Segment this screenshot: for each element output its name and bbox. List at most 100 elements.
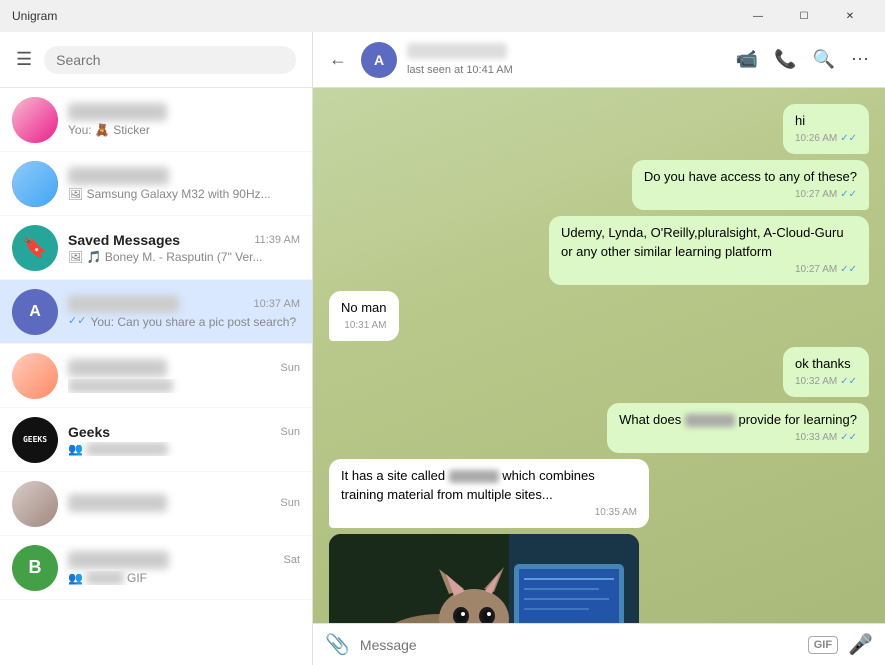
chat-preview: You: Can you share a pic post search? (90, 315, 296, 329)
message-bubble: hi 10:26 AM ✓✓ (783, 104, 869, 154)
chat-name-row: Saved Messages 11:39 AM (68, 232, 300, 248)
chat-info: Blurred Group 🖼 Samsung Galaxy M32 with … (68, 167, 300, 201)
chat-name: Blurred Name (68, 494, 167, 512)
chat-name: Blurred Group (68, 551, 169, 569)
video-call-icon[interactable]: 📹 (736, 49, 758, 70)
microphone-icon[interactable]: 🎤 (848, 632, 873, 657)
chat-info: Blurred Contact 10:37 AM ✓✓ You: Can you… (68, 295, 300, 329)
voice-call-icon[interactable]: 📞 (774, 49, 796, 70)
message-row: No man 10:31 AM (329, 291, 869, 341)
avatar (12, 481, 58, 527)
message-row: hi 10:26 AM ✓✓ (329, 104, 869, 154)
chat-name-row: Geeks Sun (68, 424, 300, 440)
contact-name (407, 43, 507, 59)
chat-time: Sun (280, 362, 300, 374)
message-time: 10:33 AM ✓✓ (619, 431, 857, 445)
chat-item[interactable]: B Blurred Group Sat 👥 blurred GIF (0, 536, 312, 600)
read-receipt-icon: ✓✓ (840, 263, 857, 277)
preview-text: blurred preview (86, 442, 168, 456)
avatar: GEEKS (12, 417, 58, 463)
read-receipt-icon: ✓✓ (840, 375, 857, 389)
avatar: B (12, 545, 58, 591)
search-icon[interactable]: 🔍 (813, 49, 835, 70)
sidebar: ☰ Blurred Name You: 🧸 Sticker (0, 32, 313, 665)
search-input[interactable] (44, 46, 296, 74)
chat-info: Saved Messages 11:39 AM 🖼 🎵 Boney M. - R… (68, 232, 300, 264)
message-bubble: It has a site called blured which combin… (329, 459, 649, 527)
chat-item[interactable]: Blurred Name Sun blurred preview text (0, 344, 312, 408)
chat-info: Blurred Group Sat 👥 blurred GIF (68, 551, 300, 585)
chat-item[interactable]: 🔖 Saved Messages 11:39 AM 🖼 🎵 Boney M. -… (0, 216, 312, 280)
chat-preview: blurred preview text (68, 379, 300, 393)
avatar (12, 97, 58, 143)
chat-name: Saved Messages (68, 232, 180, 248)
gif-button[interactable]: GIF (808, 636, 838, 654)
gif-bubble[interactable]: GIF (329, 534, 639, 623)
message-row: ok thanks 10:32 AM ✓✓ (329, 347, 869, 397)
message-input-area: 📎 GIF 🎤 (313, 623, 885, 665)
chat-item[interactable]: GEEKS Geeks Sun 👥 blurred preview (0, 408, 312, 472)
read-receipt-icon: ✓✓ (840, 188, 857, 202)
menu-icon[interactable]: ☰ (16, 49, 32, 70)
chat-info: Blurred Name Sun (68, 494, 300, 514)
message-input[interactable] (360, 637, 798, 653)
chat-header: ← A last seen at 10:41 AM 📹 📞 🔍 ⋯ (313, 32, 885, 88)
message-time: 10:27 AM ✓✓ (561, 263, 857, 277)
header-info: last seen at 10:41 AM (407, 43, 726, 76)
message-bubble: Do you have access to any of these? 10:2… (632, 160, 869, 210)
message-row: Udemy, Lynda, O'Reilly,pluralsight, A-Cl… (329, 216, 869, 284)
messages-area: hi 10:26 AM ✓✓ Do you have access to any… (313, 88, 885, 623)
chat-item[interactable]: Blurred Name Sun (0, 472, 312, 536)
attach-icon[interactable]: 📎 (325, 632, 350, 657)
chat-name: Blurred Name (68, 103, 167, 121)
chat-preview: 👥 blurred preview (68, 442, 300, 456)
blurred-word: blrd (685, 414, 735, 427)
chat-name-row: Blurred Name Sun (68, 494, 300, 512)
chat-info: Blurred Name You: 🧸 Sticker (68, 103, 300, 137)
chat-time: 10:37 AM (254, 298, 300, 310)
chat-name-row: Blurred Group Sat (68, 551, 300, 569)
avatar (12, 353, 58, 399)
chat-item-active[interactable]: A Blurred Contact 10:37 AM ✓✓ You: Can y… (0, 280, 312, 344)
message-row: GIF (329, 534, 869, 623)
message-bubble: ok thanks 10:32 AM ✓✓ (783, 347, 869, 397)
avatar: 🔖 (12, 225, 58, 271)
avatar: A (12, 289, 58, 335)
chat-preview: 👥 blurred GIF (68, 571, 300, 585)
close-button[interactable]: ✕ (827, 0, 873, 32)
avatar (12, 161, 58, 207)
preview-text: blurred (86, 571, 123, 585)
chat-name-row: Blurred Name Sun (68, 359, 300, 377)
group-icon: 👥 (68, 571, 83, 585)
chat-item[interactable]: Blurred Name You: 🧸 Sticker (0, 88, 312, 152)
back-button[interactable]: ← (329, 49, 347, 70)
sidebar-header: ☰ (0, 32, 312, 88)
double-check-icon: ✓✓ (68, 314, 86, 327)
message-bubble: Udemy, Lynda, O'Reilly,pluralsight, A-Cl… (549, 216, 869, 284)
chat-name-row: Blurred Contact 10:37 AM (68, 295, 300, 313)
message-text: What does blrd provide for learning? (619, 412, 857, 427)
chat-preview: You: 🧸 Sticker (68, 123, 300, 137)
message-bubble: No man 10:31 AM (329, 291, 399, 341)
chat-time: 11:39 AM (254, 234, 300, 246)
window-controls: — ☐ ✕ (735, 0, 873, 32)
minimize-button[interactable]: — (735, 0, 781, 32)
preview-text: blurred preview text (68, 379, 173, 393)
blurred-word: blured (449, 470, 499, 483)
message-row: What does blrd provide for learning? 10:… (329, 403, 869, 453)
chat-name: Blurred Name (68, 359, 167, 377)
message-text: Udemy, Lynda, O'Reilly,pluralsight, A-Cl… (561, 225, 844, 258)
more-options-icon[interactable]: ⋯ (851, 49, 869, 70)
chat-info: Geeks Sun 👥 blurred preview (68, 424, 300, 456)
message-bubble: What does blrd provide for learning? 10:… (607, 403, 869, 453)
message-text: No man (341, 300, 387, 315)
chat-item[interactable]: Blurred Group 🖼 Samsung Galaxy M32 with … (0, 152, 312, 216)
message-text: ok thanks (795, 356, 851, 371)
gif-image (329, 534, 639, 623)
maximize-button[interactable]: ☐ (781, 0, 827, 32)
message-text: hi (795, 113, 805, 128)
header-actions: 📹 📞 🔍 ⋯ (736, 49, 869, 70)
chat-preview: 🖼 Samsung Galaxy M32 with 90Hz... (68, 187, 300, 201)
message-time: 10:26 AM ✓✓ (795, 132, 857, 146)
chat-name-row: Blurred Name (68, 103, 300, 121)
